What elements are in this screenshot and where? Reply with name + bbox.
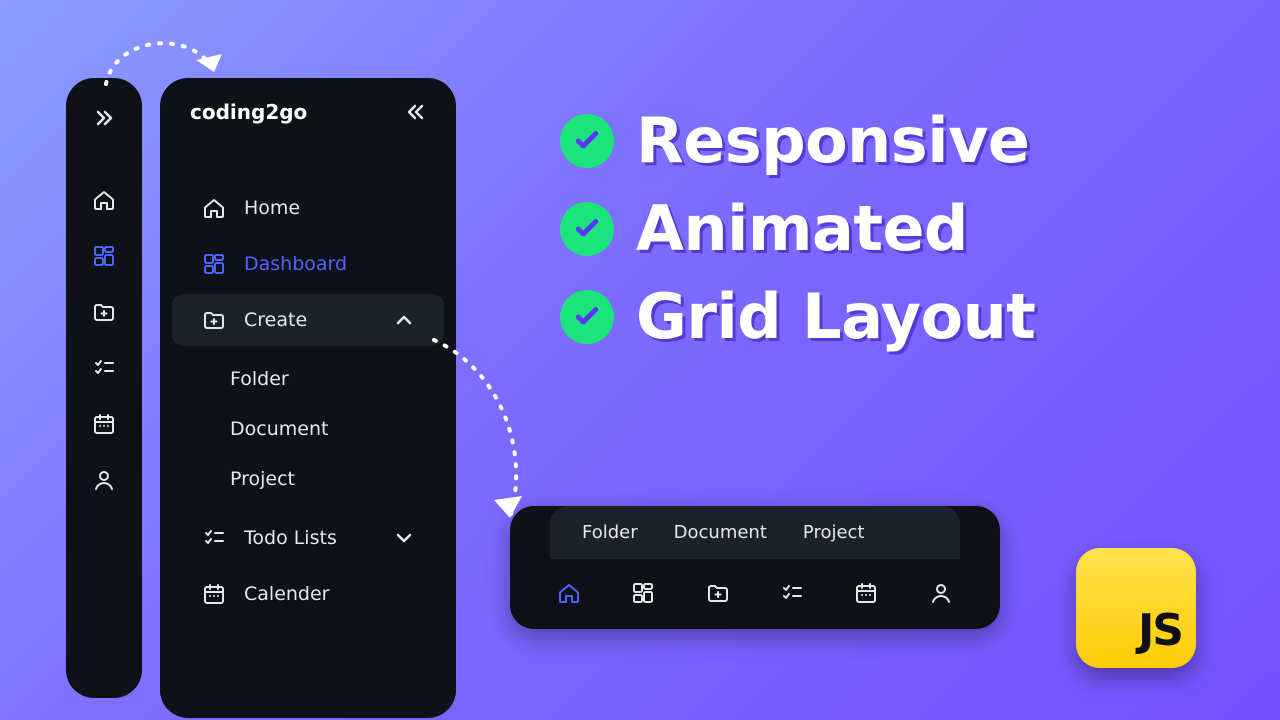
todo-icon xyxy=(202,526,226,550)
calendar-icon xyxy=(202,582,226,606)
expand-sidebar-button[interactable] xyxy=(82,96,126,140)
collapse-sidebar-button[interactable] xyxy=(404,100,428,124)
bottom-submenu-item-document[interactable]: Document xyxy=(674,522,767,543)
mini-sidebar-item-create[interactable] xyxy=(92,300,116,324)
sidebar-subitem-document[interactable]: Document xyxy=(160,404,456,454)
sidebar-item-label: Create xyxy=(244,309,307,331)
bottom-nav-item-calendar[interactable] xyxy=(854,581,878,605)
bottom-nav: Folder Document Project xyxy=(510,506,1000,629)
dashboard-icon xyxy=(202,252,226,276)
chevron-down-icon xyxy=(392,526,416,550)
bottom-nav-item-dashboard[interactable] xyxy=(631,581,655,605)
sidebar-subitem-folder[interactable]: Folder xyxy=(160,354,456,404)
sidebar-item-label: Home xyxy=(244,197,300,219)
dashboard-icon xyxy=(631,581,655,605)
check-badge xyxy=(560,290,614,344)
home-icon xyxy=(557,581,581,605)
create-icon xyxy=(706,581,730,605)
check-icon xyxy=(572,126,602,156)
hero-feature-text: Responsive xyxy=(636,110,1029,172)
todo-icon xyxy=(780,581,804,605)
home-icon xyxy=(202,196,226,220)
sidebar-expanded: coding2go Home Dashboard Create FolderDo… xyxy=(160,78,456,718)
profile-icon xyxy=(929,581,953,605)
bottom-submenu-item-project[interactable]: Project xyxy=(803,522,865,543)
profile-icon xyxy=(92,468,116,492)
bottom-nav-submenu: Folder Document Project xyxy=(550,506,960,559)
hero-feature-text: Grid Layout xyxy=(636,286,1035,348)
bottom-submenu-item-folder[interactable]: Folder xyxy=(582,522,638,543)
hero-feature-text: Animated xyxy=(636,198,968,260)
mini-sidebar-item-calendar[interactable] xyxy=(92,412,116,436)
bottom-nav-item-create[interactable] xyxy=(706,581,730,605)
hero-feature-list: Responsive Animated Grid Layout xyxy=(560,110,1035,348)
bottom-nav-item-home[interactable] xyxy=(557,581,581,605)
sidebar-collapsed xyxy=(66,78,142,698)
dashboard-icon xyxy=(92,244,116,268)
hero-feature-line: Animated xyxy=(560,198,1035,260)
bottom-nav-item-profile[interactable] xyxy=(929,581,953,605)
sidebar-item-label: Todo Lists xyxy=(244,527,337,549)
mini-sidebar-item-dashboard[interactable] xyxy=(92,244,116,268)
home-icon xyxy=(92,188,116,212)
sidebar-subitem-project[interactable]: Project xyxy=(160,454,456,504)
check-badge xyxy=(560,114,614,168)
calendar-icon xyxy=(92,412,116,436)
sidebar-item-todo[interactable]: Todo Lists xyxy=(172,512,444,564)
chevron-double-right-icon xyxy=(92,106,116,130)
chevron-up-icon xyxy=(392,308,416,332)
sidebar-item-label: Dashboard xyxy=(244,253,347,275)
create-icon xyxy=(92,300,116,324)
sidebar-item-calendar[interactable]: Calender xyxy=(172,568,444,620)
chevron-double-left-icon xyxy=(404,100,428,124)
check-icon xyxy=(572,302,602,332)
brand-title: coding2go xyxy=(190,100,307,124)
check-badge xyxy=(560,202,614,256)
sidebar-item-label: Calender xyxy=(244,583,329,605)
hero-feature-line: Grid Layout xyxy=(560,286,1035,348)
calendar-icon xyxy=(854,581,878,605)
javascript-badge: JS xyxy=(1076,548,1196,668)
mini-sidebar-item-profile[interactable] xyxy=(92,468,116,492)
sidebar-submenu: FolderDocumentProject xyxy=(160,348,456,510)
sidebar-item-dashboard[interactable]: Dashboard xyxy=(172,238,444,290)
javascript-badge-label: JS xyxy=(1138,605,1182,656)
sidebar-item-create[interactable]: Create xyxy=(172,294,444,346)
mini-sidebar-item-home[interactable] xyxy=(92,188,116,212)
mini-sidebar-item-todo[interactable] xyxy=(92,356,116,380)
hero-feature-line: Responsive xyxy=(560,110,1035,172)
create-icon xyxy=(202,308,226,332)
sidebar-item-home[interactable]: Home xyxy=(172,182,444,234)
bottom-nav-item-todo[interactable] xyxy=(780,581,804,605)
check-icon xyxy=(572,214,602,244)
todo-icon xyxy=(92,356,116,380)
